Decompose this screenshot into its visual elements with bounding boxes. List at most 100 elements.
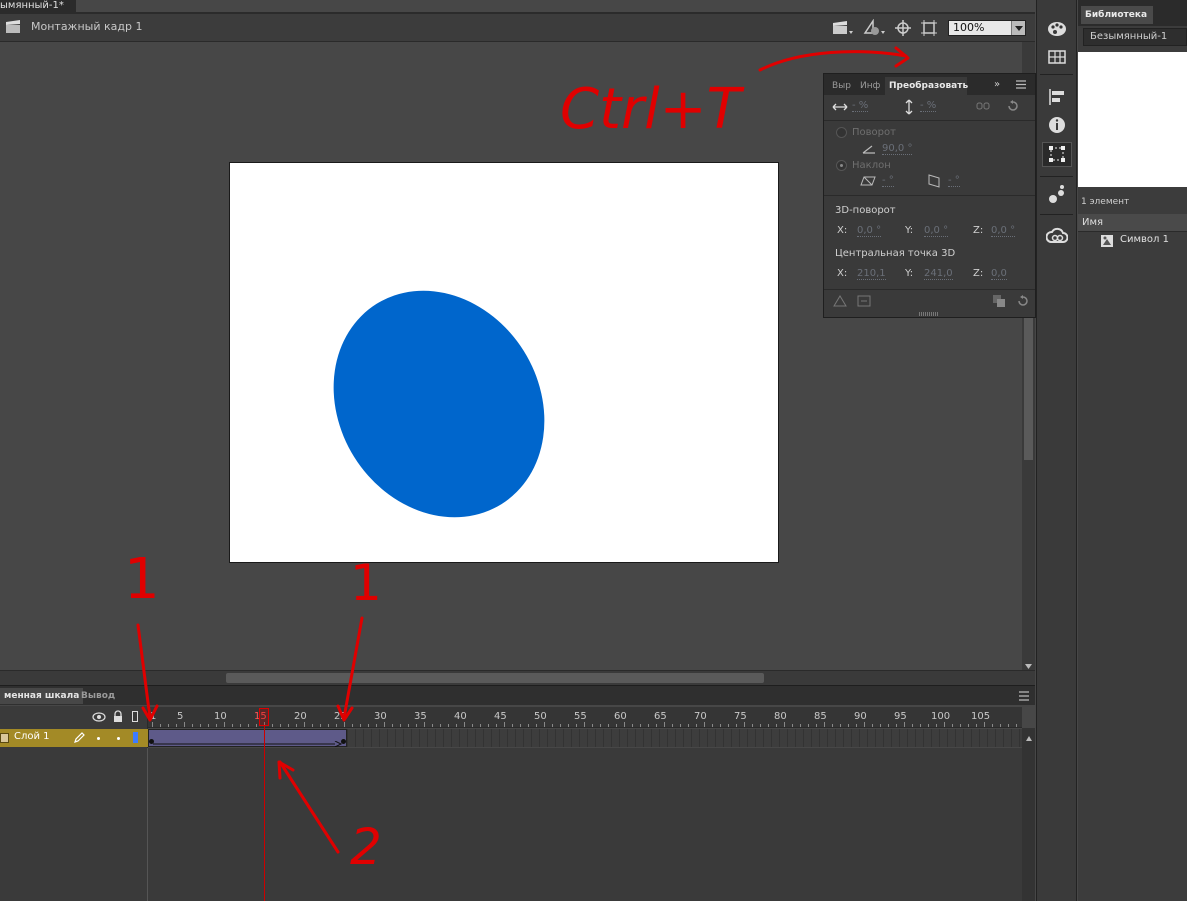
reset-transform-icon[interactable] bbox=[1016, 294, 1030, 308]
skew-label: Наклон bbox=[852, 160, 891, 171]
edit-symbols-icon[interactable] bbox=[862, 18, 886, 37]
info-icon[interactable] bbox=[1046, 114, 1068, 136]
document-tab[interactable]: ымянный-1* bbox=[0, 0, 76, 12]
clip-stage-icon[interactable] bbox=[920, 19, 938, 37]
ruler-tick-mark bbox=[936, 724, 937, 727]
library-document-select[interactable]: Безымянный-1 bbox=[1083, 28, 1187, 46]
pencil-icon[interactable] bbox=[73, 731, 85, 744]
transform-panel-button[interactable] bbox=[1042, 142, 1072, 167]
components-icon[interactable] bbox=[1046, 184, 1068, 206]
ruler-tick-label: 1 bbox=[150, 711, 157, 722]
rot3d-z-value[interactable]: 0,0 ° bbox=[991, 225, 1016, 237]
end-keyframe[interactable] bbox=[341, 739, 346, 744]
stage-canvas[interactable] bbox=[229, 162, 779, 563]
ruler-tick-mark bbox=[160, 724, 161, 727]
ruler-tick-mark bbox=[208, 724, 209, 727]
center-stage-icon[interactable] bbox=[894, 19, 912, 37]
expand-panel-icon[interactable]: » bbox=[994, 79, 1006, 91]
ruler-tick-mark bbox=[304, 722, 305, 727]
ruler-tick-mark bbox=[448, 724, 449, 727]
ruler-tick-mark bbox=[712, 724, 713, 727]
zoom-select[interactable]: 100% bbox=[948, 20, 1026, 36]
ruler-tick-mark bbox=[704, 722, 705, 727]
visibility-dot[interactable] bbox=[97, 737, 100, 740]
copy-transform-icon[interactable] bbox=[832, 294, 848, 308]
duplicate-transform-icon[interactable] bbox=[992, 294, 1006, 308]
layer-color-swatch[interactable] bbox=[133, 732, 138, 743]
lock-icon[interactable] bbox=[112, 710, 124, 723]
ruler-tick-mark bbox=[576, 724, 577, 727]
chevron-down-icon[interactable] bbox=[1011, 21, 1025, 35]
layer-name[interactable]: Слой 1 bbox=[14, 731, 50, 742]
ruler-tick-mark bbox=[832, 724, 833, 727]
tab-output[interactable]: Вывод bbox=[77, 688, 119, 704]
ruler-tick-mark bbox=[328, 724, 329, 727]
start-keyframe[interactable] bbox=[149, 739, 154, 744]
constrain-link-icon[interactable] bbox=[976, 100, 990, 112]
playhead[interactable] bbox=[259, 708, 269, 726]
ruler-tick-mark bbox=[544, 722, 545, 727]
rotate-value[interactable]: 90,0 ° bbox=[882, 143, 913, 155]
skew-vertical-value[interactable]: - ° bbox=[948, 175, 960, 187]
ruler-tick-mark bbox=[152, 722, 153, 727]
ruler-tick-mark bbox=[824, 722, 825, 727]
panel-resize-grip[interactable] bbox=[919, 312, 939, 316]
ruler-tick-mark bbox=[696, 724, 697, 727]
playhead-line bbox=[264, 726, 265, 901]
lock-dot[interactable] bbox=[117, 737, 120, 740]
ruler-tick-label: 35 bbox=[414, 711, 427, 722]
creative-cloud-icon[interactable] bbox=[1045, 226, 1069, 248]
ruler-tick-mark bbox=[496, 724, 497, 727]
rot3d-x-value[interactable]: 0,0 ° bbox=[857, 225, 882, 237]
apply-transform-icon[interactable] bbox=[856, 294, 872, 308]
scene-label[interactable]: Монтажный кадр 1 bbox=[31, 20, 142, 33]
scroll-down-icon[interactable] bbox=[1024, 660, 1033, 669]
rotate-radio[interactable] bbox=[836, 127, 847, 138]
rotate-angle-icon bbox=[862, 144, 876, 154]
ruler-tick-label: 100 bbox=[931, 711, 951, 722]
blue-ellipse-shape[interactable] bbox=[292, 251, 587, 557]
ruler-tick-mark bbox=[440, 724, 441, 727]
center3d-z-value[interactable]: 0,0 bbox=[991, 268, 1007, 280]
rot3d-y-value[interactable]: 0,0 ° bbox=[924, 225, 949, 237]
scale-height-value[interactable]: - % bbox=[920, 100, 937, 112]
scroll-up-icon[interactable] bbox=[1025, 732, 1033, 741]
align-panel-icon[interactable] bbox=[1046, 86, 1068, 108]
skew-horizontal-value[interactable]: - ° bbox=[882, 175, 894, 187]
center3d-y-label: Y: bbox=[905, 268, 914, 279]
timeline-menu-icon[interactable] bbox=[1017, 690, 1031, 702]
panel-menu-icon[interactable] bbox=[1014, 78, 1028, 91]
center3d-y-value[interactable]: 241,0 bbox=[924, 268, 953, 280]
ruler-tick-mark bbox=[752, 724, 753, 727]
color-palette-icon[interactable] bbox=[1046, 18, 1068, 40]
ruler-tick-mark bbox=[240, 724, 241, 727]
tab-timeline[interactable]: менная шкала bbox=[0, 688, 84, 704]
outline-icon[interactable] bbox=[132, 711, 138, 722]
stage-horizontal-scroll-thumb[interactable] bbox=[226, 673, 764, 683]
ruler-tick-mark bbox=[960, 724, 961, 727]
edit-scene-icon[interactable] bbox=[832, 20, 854, 36]
tab-library[interactable]: Библиотека bbox=[1081, 6, 1153, 24]
ruler-tick-mark bbox=[288, 724, 289, 727]
ruler-tick-mark bbox=[992, 724, 993, 727]
ruler-tick-mark bbox=[952, 724, 953, 727]
skew-radio[interactable] bbox=[836, 160, 847, 171]
library-item[interactable]: Символ 1 bbox=[1120, 234, 1169, 245]
center3d-x-value[interactable]: 210,1 bbox=[857, 268, 886, 280]
scale-width-value[interactable]: - % bbox=[852, 100, 869, 112]
ruler-tick-label: 30 bbox=[374, 711, 387, 722]
library-preview bbox=[1078, 52, 1187, 187]
tab-transform[interactable]: Преобразовать bbox=[885, 77, 968, 95]
tab-align[interactable]: Выр bbox=[828, 77, 855, 95]
ruler-tick-mark bbox=[384, 722, 385, 727]
ruler-tick-label: 55 bbox=[574, 711, 587, 722]
library-column-name[interactable]: Имя bbox=[1078, 214, 1187, 232]
ruler-tick-mark bbox=[352, 724, 353, 727]
eye-icon[interactable] bbox=[92, 712, 106, 722]
swatches-grid-icon[interactable] bbox=[1046, 46, 1068, 68]
skew-horizontal-icon bbox=[860, 176, 876, 186]
timeline-vertical-scrollbar[interactable] bbox=[1022, 728, 1035, 901]
reset-scale-icon[interactable] bbox=[1006, 99, 1020, 113]
ruler-tick-mark bbox=[424, 722, 425, 727]
tab-info[interactable]: Инф bbox=[856, 77, 884, 95]
